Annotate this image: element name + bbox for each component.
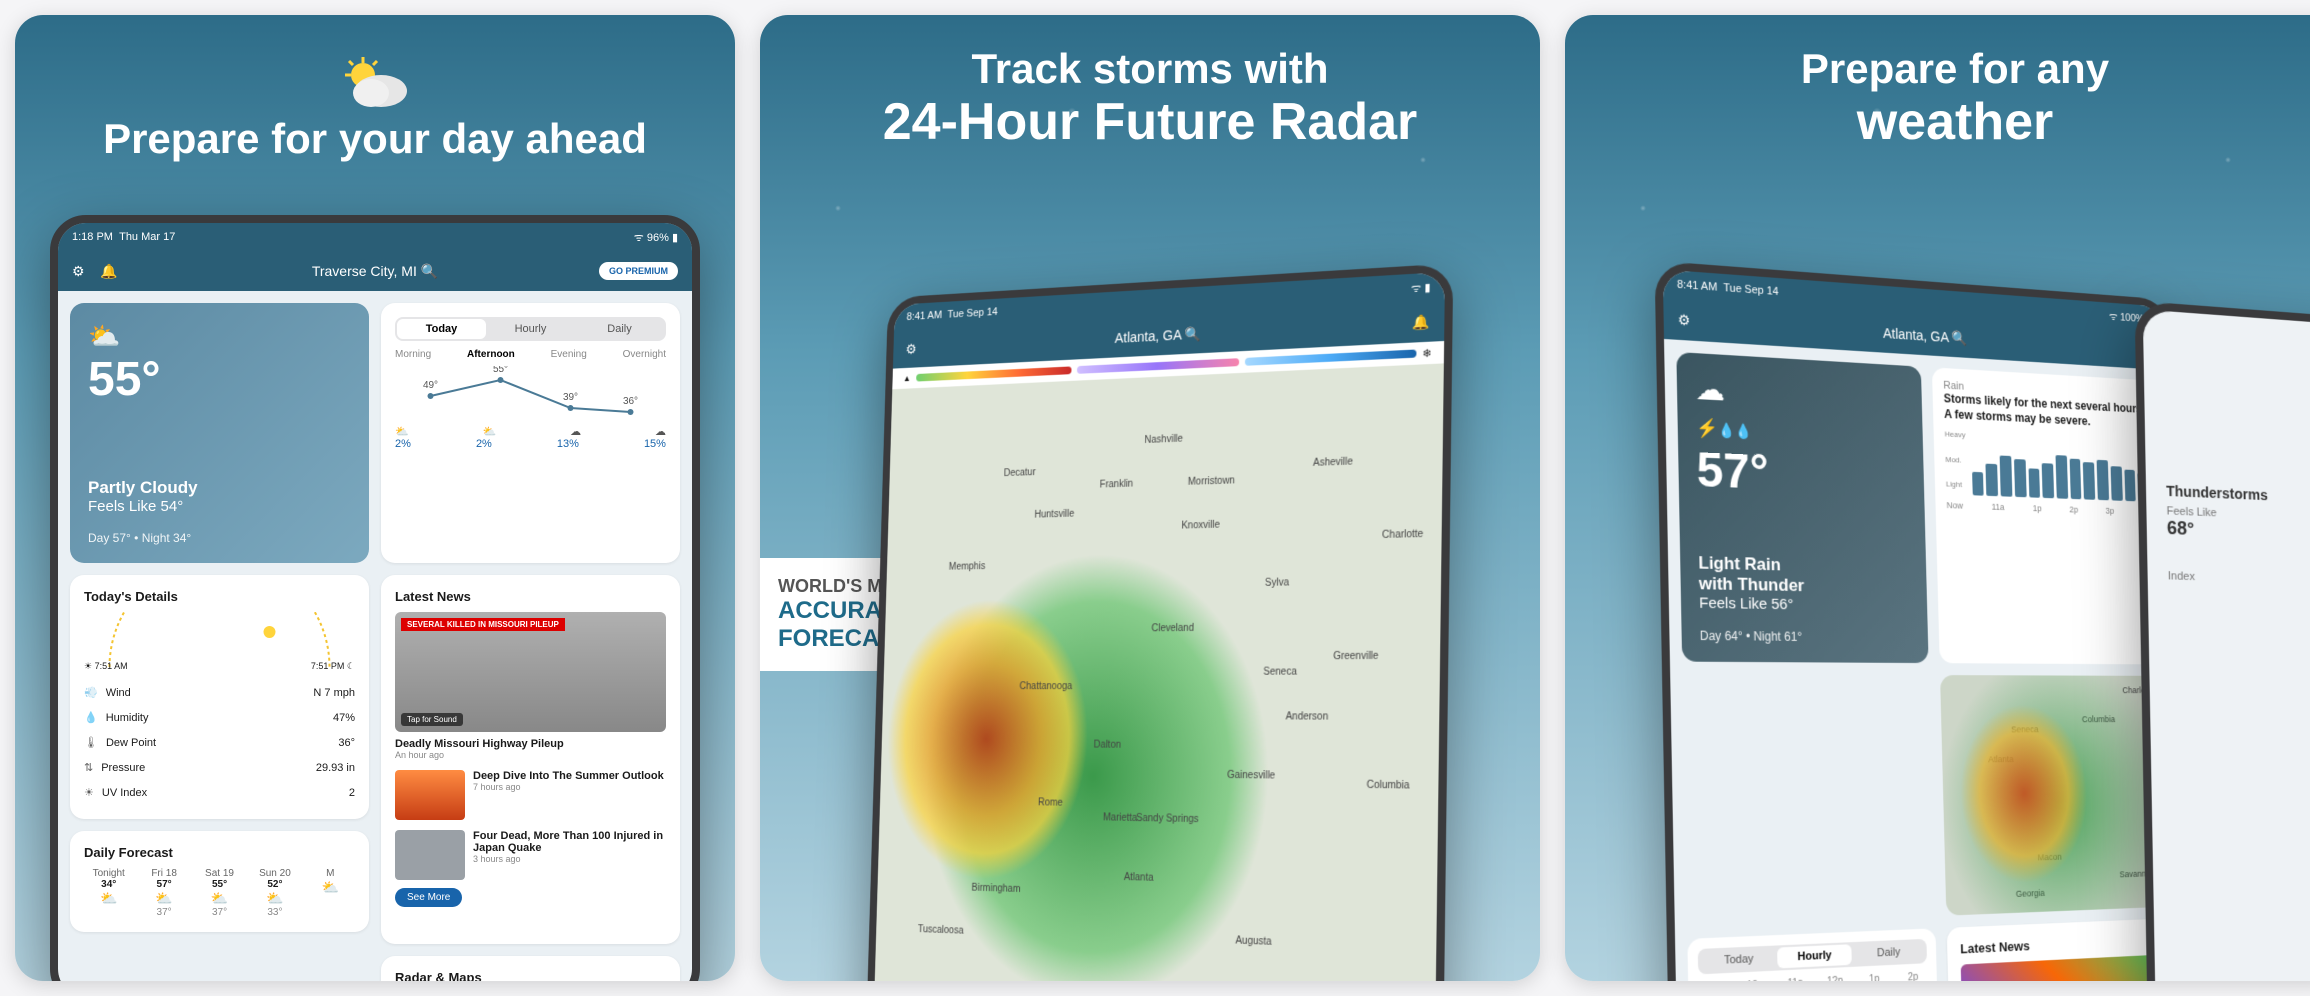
radar-mini-map[interactable]: Charlotte Atlanta Macon Savannah Columbi… xyxy=(1940,675,2173,916)
map-city-label: Huntsville xyxy=(1034,509,1074,521)
daily-col[interactable]: Fri 1857°⛅37° xyxy=(139,868,188,918)
rain-bar-chart xyxy=(1971,437,2149,502)
map-city-label: Augusta xyxy=(1235,935,1271,948)
current-temp: 55° xyxy=(88,352,351,407)
location-label[interactable]: Atlanta, GA 🔍 xyxy=(1883,325,1968,347)
location-label[interactable]: Atlanta, GA 🔍 xyxy=(1114,325,1201,346)
svg-text:49°: 49° xyxy=(423,380,438,391)
map-city-label: Seneca xyxy=(1263,666,1297,677)
latest-news-card[interactable]: Latest News SEVERAL KILLED IN MISSOURI P… xyxy=(381,575,680,944)
sun-cloud-icon xyxy=(335,55,415,111)
map-city-label: Columbia xyxy=(1366,779,1409,791)
map-city-label: Chattanooga xyxy=(1019,681,1072,692)
latest-news-card[interactable]: Latest News xyxy=(1947,918,2178,981)
map-city-label: Birmingham xyxy=(971,882,1020,894)
svg-text:36°: 36° xyxy=(623,396,638,407)
go-premium-button[interactable]: GO PREMIUM xyxy=(599,262,678,280)
gear-icon[interactable]: ⚙ xyxy=(905,341,916,358)
radar-map[interactable]: Nashville Memphis Chattanooga Knoxville Ashe… xyxy=(871,363,1443,981)
map-city-label: Marietta xyxy=(1103,813,1137,825)
todays-details-card[interactable]: Today's Details ☀ 7:51 AM 7:51 PM ☾ 💨Win… xyxy=(70,575,369,819)
map-city-label: Sylva xyxy=(1265,577,1289,588)
daily-forecast-card[interactable]: Daily Forecast Tonight34°⛅Fri 1857°⛅37°S… xyxy=(70,831,369,932)
screenshot-1: Prepare for your day ahead 1:18 PM Thu M… xyxy=(15,15,735,981)
gear-icon[interactable]: ⚙ xyxy=(72,263,85,280)
hourly-forecast-card[interactable]: Today Hourly Daily Now10a11a12p1p2p 57°5… xyxy=(1687,928,1939,981)
map-city-label: Anderson xyxy=(1285,711,1328,722)
screenshot-3: Prepare for any weather 8:41 AM Tue Sep … xyxy=(1565,15,2310,981)
daily-col[interactable]: Sat 1955°⛅37° xyxy=(195,868,244,918)
map-city-label: Atlanta xyxy=(1124,872,1154,884)
radar-maps-card[interactable]: Radar & Maps xyxy=(381,956,680,981)
map-city-label: Tuscaloosa xyxy=(918,924,964,936)
location-label[interactable]: Traverse City, MI 🔍 xyxy=(312,263,438,280)
see-more-button[interactable]: See More xyxy=(395,888,462,907)
bell-icon[interactable]: 🔔 xyxy=(100,263,117,280)
ipad-mockup-2: 8:41 AM Tue Sep 14ᯤ ▮ ⚙ Atlanta, GA 🔍 🔔 … xyxy=(864,263,1453,981)
bell-icon[interactable]: 🔔 xyxy=(1412,313,1430,331)
news-hero-image[interactable]: SEVERAL KILLED IN MISSOURI PILEUP Tap fo… xyxy=(395,612,666,732)
map-city-label: Memphis xyxy=(949,561,986,572)
daypart-forecast-card[interactable]: Today Hourly Daily MorningAfternoon Even… xyxy=(381,303,680,563)
current-conditions-card[interactable]: ⛅ 55° Partly Cloudy Feels Like 54° Day 5… xyxy=(70,303,369,563)
daily-col[interactable]: Tonight34°⛅ xyxy=(84,868,133,918)
map-city-label: Morristown xyxy=(1188,475,1235,487)
map-city-label: Gainesville xyxy=(1227,770,1275,782)
map-city-label: Asheville xyxy=(1313,457,1353,469)
map-city-label: Franklin xyxy=(1100,478,1134,490)
map-city-label: Rome xyxy=(1038,797,1063,808)
detail-row: 🌡Dew Point36° xyxy=(84,730,355,755)
detail-row: ☀UV Index2 xyxy=(84,780,355,805)
detail-row: 💧Humidity47% xyxy=(84,705,355,730)
ipad-mockup-1: 1:18 PM Thu Mar 17 ᯤ 96% ▮ ⚙ 🔔 Traverse … xyxy=(50,215,700,981)
detail-row: 💨WindN 7 mph xyxy=(84,680,355,705)
daily-col[interactable]: M⛅ xyxy=(306,868,355,918)
current-conditions-card[interactable]: ☁⚡💧💧 57° Light Rain with Thunder Feels L… xyxy=(1676,352,1928,663)
map-city-label: Greenville xyxy=(1333,651,1379,663)
forecast-tabs[interactable]: Today Hourly Daily xyxy=(395,317,666,341)
ipad-mockup-3b: 12 pm 1 pm Thunderstorms Feels Like 68° … xyxy=(2135,301,2310,981)
slide1-title: Prepare for your day ahead xyxy=(55,115,695,163)
detail-row: ⇅Pressure29.93 in xyxy=(84,755,355,780)
ipad-mockup-3: 8:41 AM Tue Sep 14ᯤ 100% ▮ ⚙ Atlanta, GA… xyxy=(1655,261,2197,981)
map-city-label: Decatur xyxy=(1004,467,1036,479)
daily-col[interactable]: Sun 2052°⛅33° xyxy=(250,868,299,918)
rain-forecast-card[interactable]: Rain Storms likely for the next several … xyxy=(1932,367,2165,664)
map-city-label: Sandy Springs xyxy=(1136,813,1199,825)
map-city-label: Knoxville xyxy=(1181,519,1220,531)
status-bar: 1:18 PM Thu Mar 17 ᯤ 96% ▮ xyxy=(58,223,692,251)
map-city-label: Charlotte xyxy=(1382,529,1423,541)
map-city-label: Cleveland xyxy=(1151,622,1194,633)
temp-line-chart: 49° 55° 39° 36° xyxy=(395,366,666,422)
news-thumb[interactable] xyxy=(395,770,465,820)
news-thumb[interactable] xyxy=(395,830,465,880)
map-city-label: Nashville xyxy=(1144,433,1183,445)
screenshot-2: Track storms with 24-Hour Future Radar W… xyxy=(760,15,1540,981)
nav-bar: ⚙ 🔔 Traverse City, MI 🔍 GO PREMIUM xyxy=(58,251,692,291)
map-city-label: Dalton xyxy=(1094,740,1121,751)
svg-text:39°: 39° xyxy=(563,392,578,403)
gear-icon[interactable]: ⚙ xyxy=(1678,311,1691,329)
svg-text:55°: 55° xyxy=(493,366,508,375)
